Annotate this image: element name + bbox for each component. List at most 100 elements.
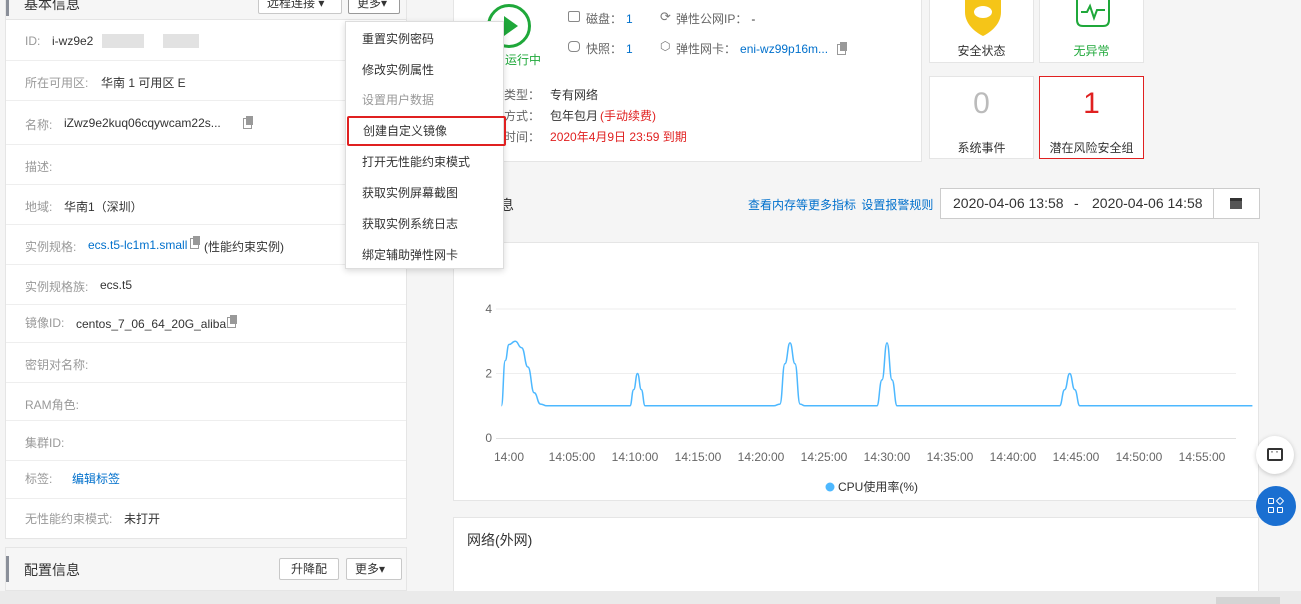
shield-icon <box>965 0 1001 36</box>
system-events-label: 系统事件 <box>957 141 1006 155</box>
scrollbar-thumb[interactable] <box>1216 597 1280 604</box>
remote-connect-button[interactable]: 远程连接 ▾ <box>258 0 342 14</box>
edit-tags-link[interactable]: 编辑标签 <box>72 470 120 487</box>
x-tick-label: 14:40:00 <box>990 450 1037 464</box>
redacted-block <box>102 34 144 48</box>
anomaly-card[interactable]: 无异常 <box>1039 0 1144 63</box>
row-label: 集群ID: <box>25 436 65 450</box>
disk-label: 磁盘： <box>586 12 623 26</box>
copy-icon[interactable] <box>227 315 237 328</box>
config-info-header: 配置信息 升降配 更多▾ <box>5 547 407 591</box>
x-tick-label: 14:10:00 <box>612 450 659 464</box>
system-events-count: 0 <box>973 87 990 120</box>
horizontal-scrollbar[interactable] <box>0 591 1301 604</box>
more-button[interactable]: 更多▾ <box>348 0 400 14</box>
camera-icon <box>568 41 580 52</box>
calendar-button[interactable] <box>1213 188 1260 219</box>
row-label: 镜像ID: <box>25 316 65 330</box>
menu-item-set-user-data[interactable]: 设置用户数据 <box>346 85 503 115</box>
more-dropdown-menu: 重置实例密码 修改实例属性 设置用户数据 创建自定义镜像 打开无性能约束模式 获… <box>345 21 506 270</box>
x-tick-label: 14:00 <box>494 450 524 464</box>
monitor-links: 查看内存等更多指标 设置报警规则 <box>748 196 933 213</box>
risk-security-group-card[interactable]: 1 潜在风险安全组 <box>1039 76 1144 159</box>
eip-label: 弹性公网IP： <box>676 12 748 26</box>
info-row-keypair: 密钥对名称: <box>6 343 406 383</box>
config-more-button[interactable]: 更多▾ <box>346 558 402 580</box>
disk-count: 磁盘： 1 <box>586 10 633 27</box>
row-label: RAM角色: <box>25 398 80 412</box>
instance-type-link[interactable]: ecs.t5-lc1m1.small <box>88 238 187 252</box>
row-label: 密钥对名称: <box>25 358 89 372</box>
menu-item-create-custom-image[interactable]: 创建自定义镜像 <box>347 116 506 146</box>
info-row-tags: 标签: 编辑标签 <box>6 461 406 499</box>
x-tick-label: 14:50:00 <box>1116 450 1163 464</box>
billing-note[interactable]: (手动续费) <box>600 109 656 123</box>
snapshot-label: 快照： <box>586 42 623 56</box>
menu-item-reset-password[interactable]: 重置实例密码 <box>346 24 503 54</box>
chat-icon <box>1267 444 1285 461</box>
link-icon: ⟳ <box>660 9 671 24</box>
disk-value[interactable]: 1 <box>626 12 633 26</box>
row-label: 无性能约束模式: <box>25 512 113 526</box>
info-row-instance-family: 实例规格族: ecs.t5 <box>6 265 406 305</box>
instance-type-note: (性能约束实例) <box>204 240 284 254</box>
calendar-icon <box>1230 198 1242 209</box>
date-end[interactable]: 2020-04-06 14:58 <box>1092 189 1203 218</box>
row-label: 描述: <box>25 160 53 174</box>
apps-icon <box>1268 496 1285 514</box>
legend-label: CPU使用率(%) <box>838 479 918 494</box>
disk-icon <box>568 11 580 22</box>
billing-label: 方式： <box>504 109 541 123</box>
date-start[interactable]: 2020-04-06 13:58 <box>953 189 1064 218</box>
risk-security-group-label: 潜在风险安全组 <box>1049 141 1134 155</box>
x-tick-label: 14:45:00 <box>1053 450 1100 464</box>
eni-label: 弹性网卡： <box>676 42 737 56</box>
x-tick-label: 14:55:00 <box>1179 450 1226 464</box>
basic-info-header: 基本信息 远程连接 ▾ 更多▾ <box>6 0 406 20</box>
expire-label: 时间： <box>504 130 541 144</box>
menu-item-enable-unlimited-mode[interactable]: 打开无性能约束模式 <box>346 147 503 177</box>
snapshot-value[interactable]: 1 <box>626 42 633 56</box>
eni-field: 弹性网卡： eni-wz99p16m... <box>676 40 848 57</box>
x-tick-label: 14:25:00 <box>801 450 848 464</box>
header-accent-bar <box>6 0 9 16</box>
image-id-value: centos_7_06_64_20G_aliba... <box>76 317 237 331</box>
menu-item-bind-secondary-eni[interactable]: 绑定辅助弹性网卡 <box>346 240 503 270</box>
system-events-card[interactable]: 0 系统事件 <box>929 76 1034 159</box>
heartbeat-icon <box>1076 0 1110 27</box>
y-tick-label: 4 <box>485 302 492 316</box>
row-label: 实例规格族: <box>25 280 89 294</box>
set-alarm-link[interactable]: 设置报警规则 <box>861 198 933 212</box>
menu-item-get-screenshot[interactable]: 获取实例屏幕截图 <box>346 178 503 208</box>
menu-item-get-system-log[interactable]: 获取实例系统日志 <box>346 209 503 239</box>
row-label: 所在可用区: <box>25 76 89 90</box>
unlimited-mode-value: 未打开 <box>124 512 161 526</box>
copy-icon[interactable] <box>837 42 848 55</box>
row-label: 名称: <box>25 118 53 132</box>
copy-icon[interactable] <box>190 236 200 249</box>
row-label: ID: <box>25 34 41 48</box>
chat-button[interactable] <box>1256 436 1294 474</box>
menu-item-modify-attributes[interactable]: 修改实例属性 <box>346 55 503 85</box>
x-tick-label: 14:35:00 <box>927 450 974 464</box>
zone-value: 华南 1 可用区 E <box>101 76 186 90</box>
cpu-chart: 0 2 4 14:00 14:05:00 14:10:00 14:15:00 14:20:00… <box>485 302 1253 494</box>
x-tick-label: 14:05:00 <box>549 450 596 464</box>
eni-link[interactable]: eni-wz99p16m... <box>740 42 828 56</box>
network-type-value: 专有网络 <box>550 88 599 102</box>
upgrade-downgrade-button[interactable]: 升降配 <box>279 558 339 580</box>
date-range-picker[interactable]: 2020-04-06 13:58 - 2020-04-06 14:58 <box>940 188 1220 219</box>
more-metrics-link[interactable]: 查看内存等更多指标 <box>748 198 856 212</box>
network-type-field: 类型： 专有网络 <box>504 86 598 103</box>
apps-button[interactable] <box>1256 486 1296 526</box>
running-status: 运行中 <box>505 53 542 67</box>
instance-name-value: iZwz9e2kuq06cqywcam22s... <box>64 116 221 130</box>
x-tick-label: 14:30:00 <box>864 450 911 464</box>
network-card-icon: ⬡ <box>660 39 671 53</box>
risk-security-group-count: 1 <box>1083 87 1100 120</box>
eip-value: - <box>751 12 756 26</box>
header-accent-bar <box>6 556 9 582</box>
eip-field: 弹性公网IP： - <box>676 10 755 27</box>
basic-info-title: 基本信息 <box>24 0 80 12</box>
copy-icon[interactable] <box>243 116 253 129</box>
